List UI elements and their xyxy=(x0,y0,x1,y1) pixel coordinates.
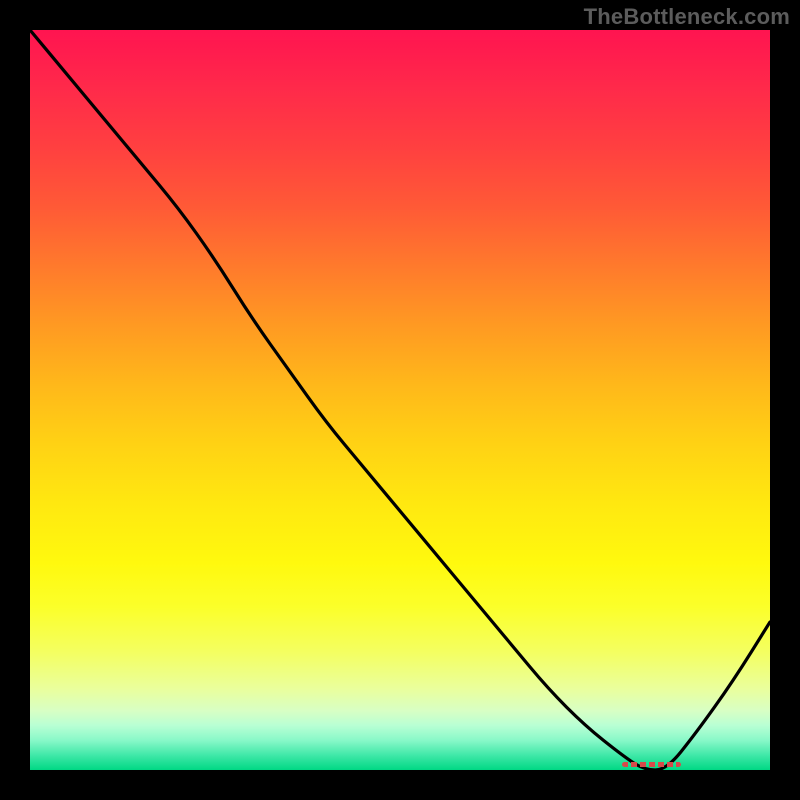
bottleneck-curve-path xyxy=(30,30,770,770)
min-marker xyxy=(622,762,681,767)
min-marker-dash xyxy=(622,762,681,767)
chart-frame: TheBottleneck.com xyxy=(0,0,800,800)
plot-area xyxy=(30,30,770,770)
watermark-text: TheBottleneck.com xyxy=(584,4,790,30)
curve-svg xyxy=(30,30,770,770)
